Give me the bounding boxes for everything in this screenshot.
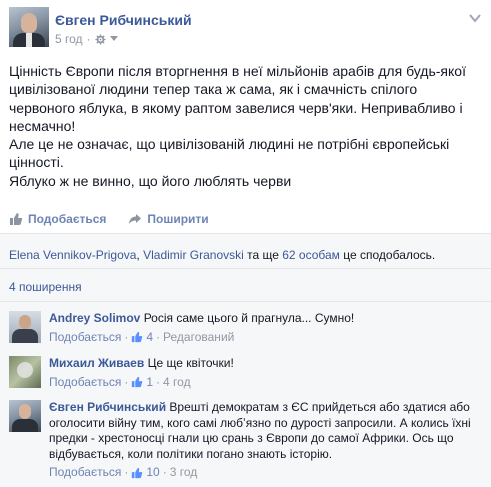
post-menu-chevron-icon[interactable]: [469, 13, 481, 23]
comment-like-count[interactable]: 10: [146, 465, 159, 481]
like-label: Подобається: [28, 212, 107, 226]
comment-meta: Подобається · 10 · 3 год: [49, 465, 198, 481]
likes-summary: Elena Vennikov-Prigova, Vladimir Granovs…: [9, 248, 436, 262]
comment-timestamp[interactable]: Редагований: [163, 330, 234, 346]
share-button[interactable]: Поширити: [128, 212, 209, 226]
liker-link[interactable]: Vladimir Granovski: [143, 248, 244, 262]
thumbs-up-icon: [132, 332, 143, 343]
liker-link[interactable]: Elena Vennikov-Prigova: [9, 248, 136, 262]
comment-like-count[interactable]: 1: [146, 375, 153, 391]
commenter-name[interactable]: Михаил Живаев: [49, 356, 144, 370]
commenter-name[interactable]: Andrey Solimov: [49, 311, 140, 325]
post-paragraph: Яблуко ж не винно, що його люблять черви: [9, 172, 292, 189]
post-paragraph: Цінність Європи після вторгнення в неї м…: [9, 63, 466, 134]
post-timestamp[interactable]: 5 год: [55, 32, 83, 46]
comment-like-count[interactable]: 4: [146, 330, 153, 346]
thumbs-up-icon: [10, 213, 23, 225]
comment-like-button[interactable]: Подобається: [49, 465, 121, 481]
facebook-post: Євген Рибчинський 5 год · Цінність Європ…: [0, 0, 491, 487]
comment-like-button[interactable]: Подобається: [49, 375, 121, 391]
comment-meta: Подобається · 1 · 4 год: [49, 374, 191, 391]
comment-timestamp[interactable]: 4 год: [163, 375, 191, 391]
comment-text: Росія саме цього й прагнула... Сумно!: [143, 311, 355, 325]
comment-meta: Подобається · 4 · Редагований: [49, 329, 235, 346]
thumbs-up-icon: [132, 467, 143, 478]
others-link[interactable]: 62 особам: [282, 248, 340, 262]
comment-text: Це ще квіточки!: [147, 356, 234, 370]
author-name[interactable]: Євген Рибчинський: [55, 12, 192, 28]
post-text: Цінність Європи після вторгнення в неї м…: [9, 62, 484, 190]
divider: [0, 268, 491, 269]
thumbs-up-icon: [132, 377, 143, 388]
commenter-avatar[interactable]: [9, 400, 41, 432]
author-avatar[interactable]: [9, 7, 49, 47]
post-actions: Подобається Поширити: [9, 212, 209, 226]
gear-icon[interactable]: [95, 33, 106, 45]
chevron-down-icon: [109, 36, 118, 41]
share-arrow-icon: [129, 214, 142, 224]
share-label: Поширити: [147, 212, 209, 226]
post-meta: 5 год ·: [55, 32, 118, 46]
comment-like-button[interactable]: Подобається: [49, 330, 121, 346]
commenter-avatar[interactable]: [9, 356, 41, 388]
post-header: Євген Рибчинський 5 год ·: [9, 7, 481, 49]
divider: [0, 233, 491, 234]
separator: ·: [86, 32, 91, 46]
shares-link[interactable]: 4 поширення: [9, 280, 82, 294]
commenter-name[interactable]: Євген Рибчинський: [49, 400, 166, 414]
post-paragraph: Але це не означає, що цивілізованій люди…: [9, 136, 450, 171]
like-button[interactable]: Подобається: [9, 212, 106, 226]
divider: [0, 301, 491, 302]
comment-timestamp[interactable]: 3 год: [170, 465, 198, 481]
commenter-avatar[interactable]: [9, 311, 41, 343]
